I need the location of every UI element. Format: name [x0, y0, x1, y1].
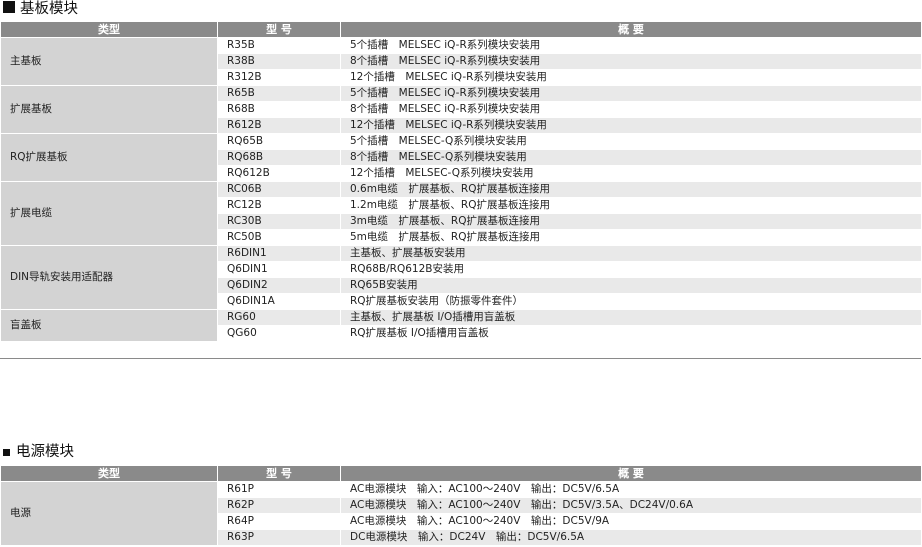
model-cell: QG60 [217, 325, 341, 342]
header-desc: 概 要 [340, 465, 922, 482]
section-title-text: 电源模块 [16, 444, 74, 460]
table-row: 主基板 R35B 5个插槽 MELSEC iQ-R系列模块安装用 [0, 37, 922, 86]
description-cell: 8个插槽 MELSEC iQ-R系列模块安装用 [340, 101, 922, 118]
model-cell: RC50B [217, 229, 341, 246]
model-cell: RQ65B [217, 133, 341, 150]
description-cell: 3m电缆 扩展基板、RQ扩展基板连接用 [340, 213, 922, 230]
description-cell: 8个插槽 MELSEC-Q系列模块安装用 [340, 149, 922, 166]
model-cell: RC12B [217, 197, 341, 214]
model-cell: R65B [217, 85, 341, 102]
model-cell: RC30B [217, 213, 341, 230]
model-cell: R64P [217, 513, 341, 530]
table-header-row: 类型 型 号 概 要 [0, 465, 922, 482]
model-cell: Q6DIN2 [217, 277, 341, 294]
section-title-power-modules: 电源模块 [3, 443, 74, 461]
description-cell: RQ65B安装用 [340, 277, 922, 294]
model-cell: R63P [217, 529, 341, 546]
header-type: 类型 [0, 465, 218, 482]
model-cell: Q6DIN1 [217, 261, 341, 278]
table-row: DIN导轨安装用适配器 R6DIN1 主基板、扩展基板安装用 [0, 245, 922, 310]
model-cell: R612B [217, 117, 341, 134]
model-cell: R312B [217, 69, 341, 86]
model-cell: RC06B [217, 181, 341, 198]
description-cell: 5个插槽 MELSEC iQ-R系列模块安装用 [340, 37, 922, 54]
description-cell: 1.2m电缆 扩展基板、RQ扩展基板连接用 [340, 197, 922, 214]
description-cell: 12个插槽 MELSEC iQ-R系列模块安装用 [340, 69, 922, 86]
model-cell: R38B [217, 53, 341, 70]
header-desc: 概 要 [340, 21, 922, 38]
description-cell: 12个插槽 MELSEC iQ-R系列模块安装用 [340, 117, 922, 134]
description-cell: 5个插槽 MELSEC iQ-R系列模块安装用 [340, 85, 922, 102]
header-model: 型 号 [217, 21, 341, 38]
model-cell: RQ612B [217, 165, 341, 182]
square-bullet-icon [3, 449, 10, 456]
category-cell: 盲盖板 [0, 309, 218, 342]
square-bullet-icon [3, 1, 15, 13]
model-cell: Q6DIN1A [217, 293, 341, 310]
section-title-text: 基板模块 [20, 1, 78, 17]
table-row: 盲盖板 RG60 主基板、扩展基板 I/O插槽用盲盖板 [0, 309, 922, 342]
category-cell: 主基板 [0, 37, 218, 86]
description-cell: RQ扩展基板安装用（防振零件套件） [340, 293, 922, 310]
table-row: 电源 R61P AC电源模块 输入：AC100～240V 输出：DC5V/6.5A [0, 481, 922, 546]
category-cell: RQ扩展基板 [0, 133, 218, 182]
category-cell: 扩展基板 [0, 85, 218, 134]
table-body: 主基板 R35B 5个插槽 MELSEC iQ-R系列模块安装用 R38B 8个插槽 M… [0, 37, 922, 342]
description-cell: AC电源模块 输入：AC100～240V 输出：DC5V/6.5A [340, 481, 922, 498]
description-cell: 主基板、扩展基板 I/O插槽用盲盖板 [340, 309, 922, 326]
model-cell: R68B [217, 101, 341, 118]
table-header-row: 类型 型 号 概 要 [0, 21, 922, 38]
description-cell: 主基板、扩展基板安装用 [340, 245, 922, 262]
description-cell: AC电源模块 输入：AC100～240V 输出：DC5V/3.5A、DC24V/… [340, 497, 922, 514]
table-row: 扩展电缆 RC06B 0.6m电缆 扩展基板、RQ扩展基板连接用 [0, 181, 922, 246]
description-cell: 5m电缆 扩展基板、RQ扩展基板连接用 [340, 229, 922, 246]
model-cell: R62P [217, 497, 341, 514]
table-row: RQ扩展基板 RQ65B 5个插槽 MELSEC-Q系列模块安装用 [0, 133, 922, 182]
base-modules-table: 类型 型 号 概 要 主基板 R35B 5个插槽 MELSEC iQ-R系列模块安装… [0, 21, 922, 342]
model-cell: R6DIN1 [217, 245, 341, 262]
description-cell: RQ扩展基板 I/O插槽用盲盖板 [340, 325, 922, 342]
category-cell: DIN导轨安装用适配器 [0, 245, 218, 310]
header-model: 型 号 [217, 465, 341, 482]
power-modules-table: 类型 型 号 概 要 电源 R61P AC电源模块 输入：AC100～240V 输出… [0, 465, 922, 546]
category-cell: 电源 [0, 481, 218, 546]
description-cell: 8个插槽 MELSEC iQ-R系列模块安装用 [340, 53, 922, 70]
model-cell: R61P [217, 481, 341, 498]
description-cell: RQ68B/RQ612B安装用 [340, 261, 922, 278]
model-cell: R35B [217, 37, 341, 54]
table-body: 电源 R61P AC电源模块 输入：AC100～240V 输出：DC5V/6.5A R… [0, 481, 922, 546]
header-type: 类型 [0, 21, 218, 38]
description-cell: 12个插槽 MELSEC-Q系列模块安装用 [340, 165, 922, 182]
description-cell: 5个插槽 MELSEC-Q系列模块安装用 [340, 133, 922, 150]
model-cell: RQ68B [217, 149, 341, 166]
description-cell: DC电源模块 输入：DC24V 输出：DC5V/6.5A [340, 529, 922, 546]
category-cell: 扩展电缆 [0, 181, 218, 246]
model-cell: RG60 [217, 309, 341, 326]
description-cell: AC电源模块 输入：AC100～240V 输出：DC5V/9A [340, 513, 922, 530]
table-row: 扩展基板 R65B 5个插槽 MELSEC iQ-R系列模块安装用 [0, 85, 922, 134]
section-title-base-modules: 基板模块 [3, 0, 78, 18]
table-bottom-rule [0, 358, 921, 359]
description-cell: 0.6m电缆 扩展基板、RQ扩展基板连接用 [340, 181, 922, 198]
